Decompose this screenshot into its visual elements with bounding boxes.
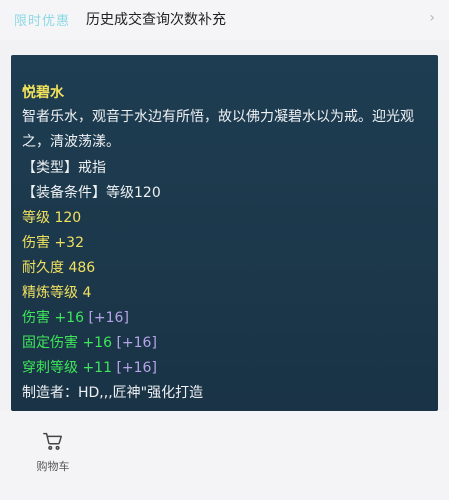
pierce-level-value: 穿刺等级 +11 bbox=[22, 360, 112, 376]
item-pierce-level: 穿刺等级 +11 [+16] bbox=[22, 359, 157, 377]
shopping-cart-icon bbox=[43, 432, 62, 450]
item-name: 悦碧水 bbox=[22, 85, 64, 101]
promo-text: 历史成交查询次数补充 bbox=[86, 12, 226, 28]
cart-button[interactable]: 购物车 bbox=[30, 430, 76, 478]
bonus-damage-extra: [+16] bbox=[88, 310, 129, 326]
fixed-damage-extra: [+16] bbox=[116, 335, 157, 351]
promo-badge: 限时优惠 bbox=[14, 14, 71, 29]
chevron-right-icon: › bbox=[429, 10, 435, 26]
item-durability: 耐久度 486 bbox=[22, 260, 96, 276]
item-description: 智者乐水，观音于水边有所悟，故以佛力凝碧水以为戒。迎光观之，清波荡漾。 bbox=[22, 109, 414, 150]
cart-label: 购物车 bbox=[36, 460, 70, 473]
item-requirement: 【装备条件】等级120 bbox=[22, 185, 161, 201]
item-refine-level: 精炼等级 4 bbox=[22, 285, 92, 301]
pierce-level-extra: [+16] bbox=[116, 360, 157, 376]
bonus-damage-value: 伤害 +16 bbox=[22, 310, 84, 326]
item-tooltip-panel: 悦碧水 智者乐水，观音于水边有所悟，故以佛力凝碧水以为戒。迎光观之，清波荡漾。 … bbox=[11, 55, 438, 411]
fixed-damage-value: 固定伤害 +16 bbox=[22, 335, 112, 351]
item-level: 等级 120 bbox=[22, 210, 82, 226]
item-damage: 伤害 +32 bbox=[22, 235, 84, 251]
item-maker: 制造者：HD,,,匠神"强化打造 bbox=[22, 385, 204, 401]
item-type: 【类型】戒指 bbox=[22, 160, 106, 176]
item-bonus-damage: 伤害 +16 [+16] bbox=[22, 309, 129, 327]
promo-banner[interactable]: 限时优惠 历史成交查询次数补充 › bbox=[0, 0, 449, 40]
item-fixed-damage: 固定伤害 +16 [+16] bbox=[22, 334, 157, 352]
